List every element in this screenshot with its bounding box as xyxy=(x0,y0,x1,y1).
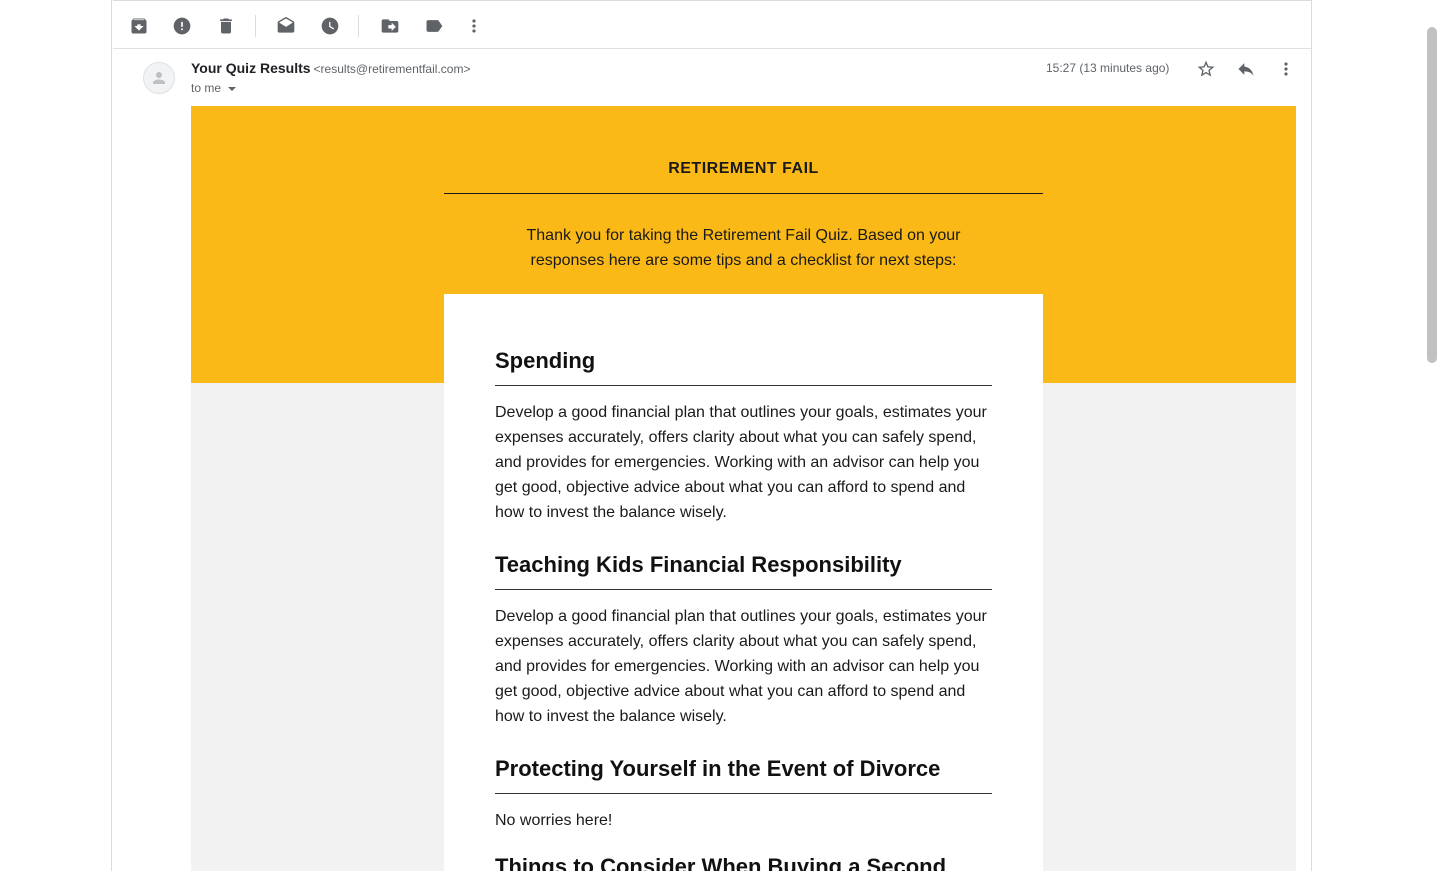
move-to-icon[interactable] xyxy=(379,15,401,37)
section-divorce: Protecting Yourself in the Event of Divo… xyxy=(495,754,992,833)
recipient-details-toggle[interactable]: to me xyxy=(191,81,237,95)
right-gutter xyxy=(1311,0,1438,871)
sender-avatar[interactable] xyxy=(143,62,175,94)
delete-icon[interactable] xyxy=(215,15,237,37)
archive-icon[interactable] xyxy=(128,15,150,37)
section-body: No worries here! xyxy=(495,812,613,829)
section-body: Develop a good financial plan that outli… xyxy=(495,608,987,725)
toolbar-divider xyxy=(255,15,256,37)
email-body: RETIREMENT FAIL Thank you for taking the… xyxy=(191,106,1296,871)
sender-name[interactable]: Your Quiz Results xyxy=(191,60,311,76)
sender-line: Your Quiz Results <results@retirementfail… xyxy=(191,60,470,76)
section-heading: Protecting Yourself in the Event of Divo… xyxy=(495,756,941,781)
content-card: Spending Develop a good financial plan t… xyxy=(444,294,1043,871)
report-spam-icon[interactable] xyxy=(171,15,193,37)
toolbar-divider xyxy=(358,15,359,37)
chevron-down-icon xyxy=(228,86,237,91)
intro-text: Thank you for taking the Retirement Fail… xyxy=(526,227,961,269)
message-toolbar xyxy=(113,1,1311,49)
section-spending: Spending Develop a good financial plan t… xyxy=(495,346,992,525)
label-icon[interactable] xyxy=(423,15,445,37)
sender-email: <results@retirementfail.com> xyxy=(313,62,471,76)
section-divider xyxy=(495,793,992,794)
star-icon[interactable] xyxy=(1195,58,1217,80)
snooze-icon[interactable] xyxy=(319,15,341,37)
left-gutter xyxy=(0,0,112,871)
reply-icon[interactable] xyxy=(1235,58,1257,80)
section-teaching-kids: Teaching Kids Financial Responsibility D… xyxy=(495,550,992,729)
scrollbar-thumb[interactable] xyxy=(1427,27,1437,363)
message-timestamp: 15:27 (13 minutes ago) xyxy=(1046,61,1170,75)
message-pane: Your Quiz Results <results@retirementfail… xyxy=(113,0,1311,871)
person-icon xyxy=(153,72,165,84)
section-heading: Teaching Kids Financial Responsibility xyxy=(495,552,902,577)
mark-unread-icon[interactable] xyxy=(275,15,297,37)
section-heading: Spending xyxy=(495,348,596,373)
section-heading: Things to Consider When Buying a Second xyxy=(495,854,947,871)
section-body: Develop a good financial plan that outli… xyxy=(495,404,987,521)
section-divider xyxy=(495,385,992,386)
more-vert-icon[interactable] xyxy=(1275,58,1297,80)
brand-title: RETIREMENT FAIL xyxy=(668,160,819,177)
section-divider xyxy=(495,589,992,590)
more-vert-icon[interactable] xyxy=(463,15,485,37)
brand-divider xyxy=(444,193,1043,194)
recipient-label: to me xyxy=(191,81,222,95)
section-second-home: Things to Consider When Buying a Second xyxy=(495,852,992,871)
